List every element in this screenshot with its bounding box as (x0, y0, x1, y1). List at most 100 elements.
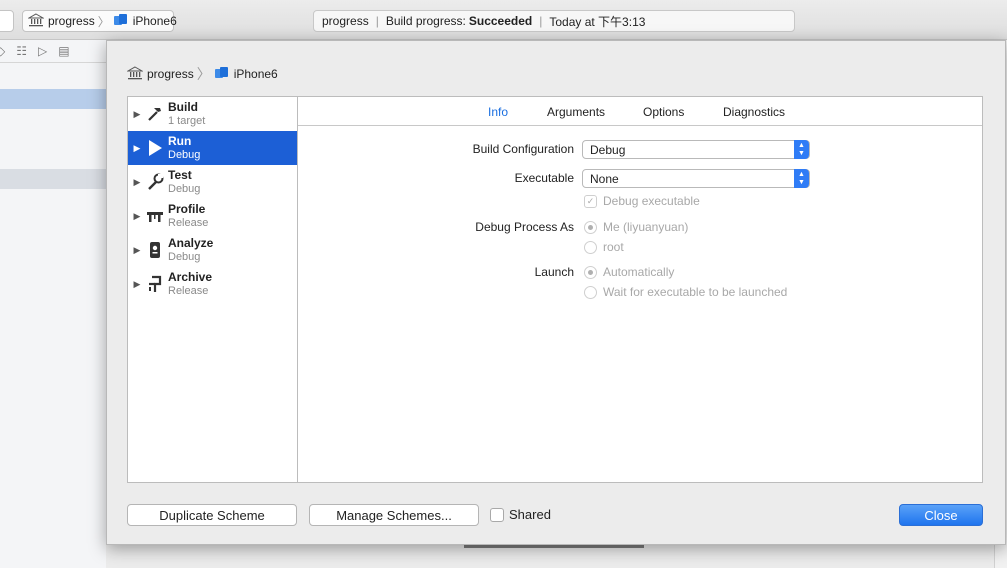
disclosure-triangle-icon[interactable]: ▶ (128, 270, 146, 290)
scheme-detail-pane: Info Arguments Options Diagnostics Build… (297, 96, 983, 483)
tab-arguments[interactable]: Arguments (547, 105, 605, 119)
debug-process-me-radio[interactable]: Me (liyuanyuan) (584, 220, 688, 234)
status-separator: | (539, 14, 543, 28)
build-configuration-value: Debug (590, 142, 626, 157)
action-subtitle: Debug (168, 149, 201, 161)
debug-executable-label: Debug executable (603, 194, 700, 208)
close-button[interactable]: Close (899, 504, 983, 526)
navigator-pane: ◇ ☷ ▷ ▤ (0, 40, 106, 568)
shared-checkbox[interactable]: Shared (490, 507, 551, 522)
breadcrumb-destination[interactable]: iPhone6 (234, 67, 278, 81)
manage-schemes-button[interactable]: Manage Schemes... (309, 504, 479, 526)
status-project: progress (322, 14, 369, 28)
analyze-icon (146, 239, 164, 261)
navigator-selector-bar: ◇ ☷ ▷ ▤ (0, 40, 106, 63)
action-profile[interactable]: ▶ Profile Release (128, 199, 297, 233)
debug-area-edge (106, 544, 994, 568)
action-subtitle: Debug (168, 183, 201, 195)
popup-arrows-icon: ▲ ▼ (794, 140, 809, 159)
diamond-icon[interactable]: ◇ (0, 44, 5, 58)
debug-process-label: Debug Process As (475, 220, 574, 234)
chevron-right-icon: 〉 (97, 14, 110, 29)
navigator-selected-row[interactable] (0, 89, 106, 109)
disclosure-triangle-icon[interactable]: ▶ (128, 236, 146, 256)
action-run[interactable]: ▶ Run Debug (128, 131, 297, 165)
debug-process-root-label: root (603, 240, 624, 254)
disclosure-triangle-icon[interactable]: ▶ (128, 134, 146, 154)
status-time: Today at 下午3:13 (549, 14, 646, 29)
chevron-right-icon: 〉 (196, 66, 211, 82)
executable-value: None (590, 171, 619, 186)
action-analyze[interactable]: ▶ Analyze Debug (128, 233, 297, 267)
executable-label: Executable (514, 171, 574, 185)
action-build[interactable]: ▶ Build 1 target (128, 97, 297, 131)
breadcrumb-scheme[interactable]: progress (147, 67, 194, 81)
action-name: Build (168, 100, 198, 114)
comment-icon[interactable]: ▤ (58, 44, 69, 58)
hammer-icon (146, 103, 164, 125)
list-icon[interactable]: ☷ (16, 44, 27, 58)
launch-wait-radio[interactable]: Wait for executable to be launched (584, 285, 787, 299)
bank-icon (126, 65, 144, 83)
activity-status-bar: progress | Build progress: Succeeded | T… (313, 10, 795, 32)
status-label: Build progress: (385, 14, 466, 28)
action-name: Run (168, 134, 192, 148)
launch-automatically-label: Automatically (603, 265, 675, 279)
action-name: Profile (168, 202, 206, 216)
breadcrumb: progress 〉 iPhone6 (126, 64, 278, 84)
status-result: Succeeded (468, 14, 533, 28)
action-test[interactable]: ▶ Test Debug (128, 165, 297, 199)
popup-arrows-icon: ▲ ▼ (794, 169, 809, 188)
play-icon (146, 137, 164, 159)
radio-icon (584, 285, 597, 299)
launch-label: Launch (534, 265, 574, 279)
debug-executable-checkbox[interactable]: ✓ Debug executable (584, 194, 700, 208)
debug-process-me-label: Me (liyuanyuan) (603, 220, 689, 234)
build-configuration-label: Build Configuration (472, 142, 574, 156)
archive-icon (146, 273, 164, 295)
action-name: Analyze (168, 236, 214, 250)
action-name: Test (168, 168, 192, 182)
radio-selected-icon (584, 220, 597, 234)
device-icon (214, 66, 230, 82)
action-archive[interactable]: ▶ Archive Release (128, 267, 297, 301)
tab-options[interactable]: Options (643, 105, 684, 119)
radio-icon (584, 240, 597, 254)
bank-icon (27, 12, 45, 30)
tab-diagnostics[interactable]: Diagnostics (723, 105, 785, 119)
device-icon (113, 13, 129, 29)
scheme-selector[interactable]: progress 〉 iPhone6 (22, 10, 177, 32)
action-subtitle: Debug (168, 251, 201, 263)
action-name: Archive (168, 270, 213, 284)
status-separator: | (375, 14, 379, 28)
tab-bar: Info Arguments Options Diagnostics (298, 97, 982, 126)
wrench-icon (146, 171, 164, 193)
destination-name: iPhone6 (132, 14, 177, 28)
disclosure-triangle-icon[interactable]: ▶ (128, 168, 146, 188)
toolbar-edge-button[interactable] (0, 10, 14, 32)
debug-process-root-radio[interactable]: root (584, 240, 624, 254)
scheme-name: progress (48, 14, 95, 28)
duplicate-scheme-button[interactable]: Duplicate Scheme (127, 504, 297, 526)
disclosure-triangle-icon[interactable]: ▶ (128, 202, 146, 222)
shared-label: Shared (509, 507, 551, 522)
build-configuration-popup[interactable]: Debug ▲ ▼ (582, 140, 810, 159)
checkbox-icon (490, 507, 504, 522)
toolbar: progress 〉 iPhone6 progress | Build prog… (0, 0, 1007, 40)
disclosure-triangle-icon[interactable]: ▶ (128, 100, 146, 120)
action-subtitle: Release (168, 285, 209, 297)
info-tab-body: Build Configuration Debug ▲ ▼ Executable … (298, 126, 982, 482)
checkmark-icon: ✓ (584, 194, 597, 208)
tag-icon[interactable]: ▷ (38, 44, 47, 58)
radio-selected-icon (584, 265, 597, 279)
scheme-editor-sheet: progress 〉 iPhone6 ▶ Build 1 target ▶ Run… (106, 40, 1006, 545)
scheme-action-list: ▶ Build 1 target ▶ Run Debug ▶ Test Debug ▶ (127, 96, 298, 483)
executable-popup[interactable]: None ▲ ▼ (582, 169, 810, 188)
navigator-row[interactable] (0, 169, 106, 189)
action-subtitle: 1 target (168, 115, 206, 127)
caliper-icon (146, 205, 164, 227)
launch-automatically-radio[interactable]: Automatically (584, 265, 674, 279)
tab-info[interactable]: Info (488, 105, 508, 119)
action-subtitle: Release (168, 217, 209, 229)
launch-wait-label: Wait for executable to be launched (603, 285, 788, 299)
